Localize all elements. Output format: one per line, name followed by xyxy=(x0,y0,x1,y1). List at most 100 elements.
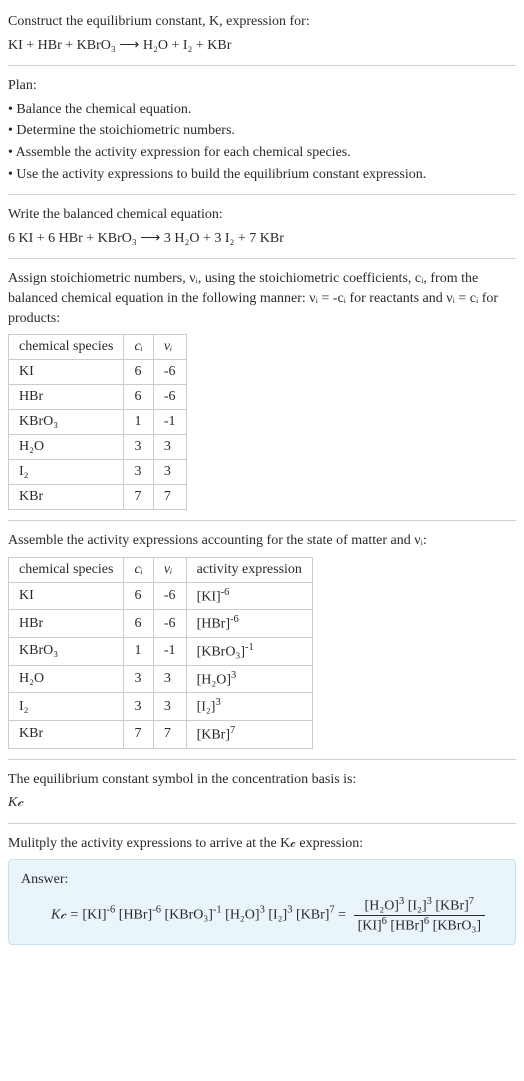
table-row: KI6-6 xyxy=(9,360,187,385)
table-row: KBrO₃1-1 xyxy=(9,410,187,435)
term-exp: 7 xyxy=(469,896,474,907)
cell: 6 xyxy=(124,360,153,385)
table-header: cᵢ xyxy=(124,335,153,360)
numerator: [H₂O]3 [I₂]3 [KBr]7 xyxy=(354,896,485,916)
kc-text: The equilibrium constant symbol in the c… xyxy=(8,770,516,790)
term-exp: -6 xyxy=(152,905,161,916)
cell: 7 xyxy=(124,485,153,510)
cell: KBr xyxy=(9,721,124,749)
term-base: [KBr] xyxy=(296,907,329,922)
question-line-1: Construct the equilibrium constant, K, e… xyxy=(8,12,516,32)
table-row: KBr77[KBr]7 xyxy=(9,721,313,749)
kc-symbol-block: The equilibrium constant symbol in the c… xyxy=(8,770,516,813)
term-base: [KBrO₃] xyxy=(433,918,481,933)
term-exp: 6 xyxy=(424,916,429,927)
cell-activity: [KBrO₃]-1 xyxy=(186,638,312,666)
cell: HBr xyxy=(9,385,124,410)
divider xyxy=(8,759,516,760)
term-exp: 3 xyxy=(399,896,404,907)
term-base: [H₂O] xyxy=(365,899,399,914)
cell: -6 xyxy=(153,582,186,610)
cell: HBr xyxy=(9,610,124,638)
answer-box: Answer: K𝒸 = [KI]-6 [HBr]-6 [KBrO₃]-1 [H… xyxy=(8,859,516,945)
ae-exp: 7 xyxy=(230,725,235,736)
term-base: [KI] xyxy=(82,907,106,922)
cell: 3 xyxy=(124,665,153,693)
cell: KI xyxy=(9,582,124,610)
divider xyxy=(8,823,516,824)
cell: 3 xyxy=(124,435,153,460)
cell-activity: [I₂]3 xyxy=(186,693,312,721)
ae-base: [H₂O] xyxy=(197,672,231,687)
balanced-equation: 6 KI + 6 HBr + KBrO₃ ⟶ 3 H₂O + 3 I₂ + 7 … xyxy=(8,229,516,249)
cell: 3 xyxy=(153,460,186,485)
stoich-table: chemical species cᵢ νᵢ KI6-6 HBr6-6 KBrO… xyxy=(8,334,187,510)
cell-activity: [HBr]-6 xyxy=(186,610,312,638)
assemble-text: Assemble the activity expressions accoun… xyxy=(8,531,516,551)
balanced-label: Write the balanced chemical equation: xyxy=(8,205,516,225)
term-base: [KI] xyxy=(358,918,382,933)
table-header-row: chemical species cᵢ νᵢ xyxy=(9,335,187,360)
cell: 6 xyxy=(124,610,153,638)
activity-block: Assemble the activity expressions accoun… xyxy=(8,531,516,749)
activity-table: chemical species cᵢ νᵢ activity expressi… xyxy=(8,557,313,749)
cell-activity: [KI]-6 xyxy=(186,582,312,610)
term-base: [H₂O] xyxy=(225,907,259,922)
term-exp: 3 xyxy=(427,896,432,907)
ae-exp: 3 xyxy=(215,697,220,708)
fraction: [H₂O]3 [I₂]3 [KBr]7 [KI]6 [HBr]6 [KBrO₃] xyxy=(354,896,485,934)
divider xyxy=(8,194,516,195)
cell: 3 xyxy=(153,665,186,693)
table-row: HBr6-6 xyxy=(9,385,187,410)
kc-symbol: K𝒸 xyxy=(8,793,516,813)
answer-label: Answer: xyxy=(21,870,503,890)
ae-base: [I₂] xyxy=(197,700,216,715)
question-equation: KI + HBr + KBrO₃ ⟶ H₂O + I₂ + KBr xyxy=(8,36,516,56)
plan-block: Plan: • Balance the chemical equation. •… xyxy=(8,76,516,184)
table-row: KBr77 xyxy=(9,485,187,510)
table-header: νᵢ xyxy=(153,557,186,582)
divider xyxy=(8,258,516,259)
cell: 7 xyxy=(124,721,153,749)
ae-exp: -6 xyxy=(230,614,239,625)
table-header-row: chemical species cᵢ νᵢ activity expressi… xyxy=(9,557,313,582)
ae-exp: -1 xyxy=(245,642,254,653)
cell: 7 xyxy=(153,721,186,749)
cell: KI xyxy=(9,360,124,385)
question-block: Construct the equilibrium constant, K, e… xyxy=(8,12,516,55)
ae-base: [KI] xyxy=(197,589,221,604)
multiply-text: Mulitply the activity expressions to arr… xyxy=(8,834,516,854)
table-header: νᵢ xyxy=(153,335,186,360)
cell: KBrO₃ xyxy=(9,410,124,435)
divider xyxy=(8,65,516,66)
denominator: [KI]6 [HBr]6 [KBrO₃] xyxy=(354,916,485,935)
term-base: [I₂] xyxy=(268,907,287,922)
table-row: I₂ 3 3[I₂]3 xyxy=(9,693,313,721)
cell-activity: [KBr]7 xyxy=(186,721,312,749)
cell-activity: [H₂O]3 xyxy=(186,665,312,693)
table-header: cᵢ xyxy=(124,557,153,582)
term-base: [HBr] xyxy=(119,907,152,922)
cell: 6 xyxy=(124,582,153,610)
table-header: chemical species xyxy=(9,335,124,360)
table-row: I₂33 xyxy=(9,460,187,485)
cell: 3 xyxy=(153,435,186,460)
plan-item: • Use the activity expressions to build … xyxy=(8,165,516,185)
table-header: chemical species xyxy=(9,557,124,582)
cell: 3 xyxy=(153,693,186,721)
cell: 6 xyxy=(124,385,153,410)
cell: 1 xyxy=(124,410,153,435)
term-base: [I₂] xyxy=(408,899,427,914)
stoich-text: Assign stoichiometric numbers, νᵢ, using… xyxy=(8,269,516,328)
plan-label: Plan: xyxy=(8,76,516,96)
ae-exp: 3 xyxy=(231,670,236,681)
cell: -1 xyxy=(153,638,186,666)
term-exp: -1 xyxy=(213,905,222,916)
term-exp: 3 xyxy=(260,905,265,916)
kc-lhs: K𝒸 = xyxy=(51,907,82,922)
cell: -6 xyxy=(153,360,186,385)
cell: 3 xyxy=(124,460,153,485)
plan-item: • Determine the stoichiometric numbers. xyxy=(8,121,516,141)
cell: I₂ xyxy=(9,693,124,721)
multiply-block: Mulitply the activity expressions to arr… xyxy=(8,834,516,946)
